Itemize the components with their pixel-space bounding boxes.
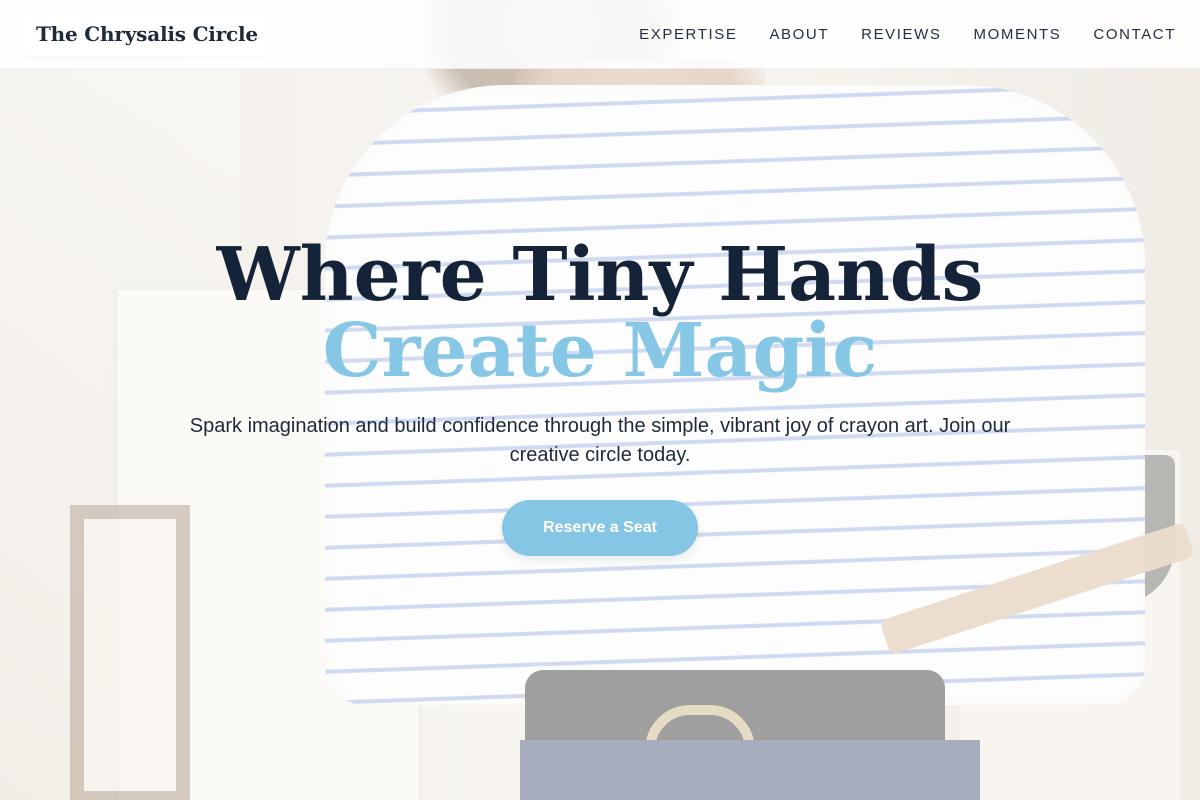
nav-link-about[interactable]: ABOUT [769, 26, 829, 43]
hero-title-line-2: Create Magic [322, 308, 878, 394]
hero-section: Where Tiny Hands Create Magic Spark imag… [0, 0, 1200, 800]
hero-title: Where Tiny Hands Create Magic [0, 238, 1200, 388]
nav-link-expertise[interactable]: EXPERTISE [639, 26, 737, 43]
hero-title-line-1: Where Tiny Hands [216, 232, 984, 318]
brand-name: The Chrysalis Circle [36, 22, 258, 46]
site-header: The Chrysalis Circle EXPERTISE ABOUT REV… [0, 0, 1200, 69]
reserve-seat-button[interactable]: Reserve a Seat [502, 500, 698, 556]
brand-logo[interactable]: The Chrysalis Circle [24, 12, 270, 56]
nav-link-reviews[interactable]: REVIEWS [861, 26, 941, 43]
hero-lead: Spark imagination and build confidence t… [189, 415, 1011, 466]
nav-link-moments[interactable]: MOMENTS [974, 26, 1062, 43]
nav-link-contact[interactable]: CONTACT [1093, 26, 1176, 43]
main-nav: EXPERTISE ABOUT REVIEWS MOMENTS CONTACT [639, 26, 1176, 43]
